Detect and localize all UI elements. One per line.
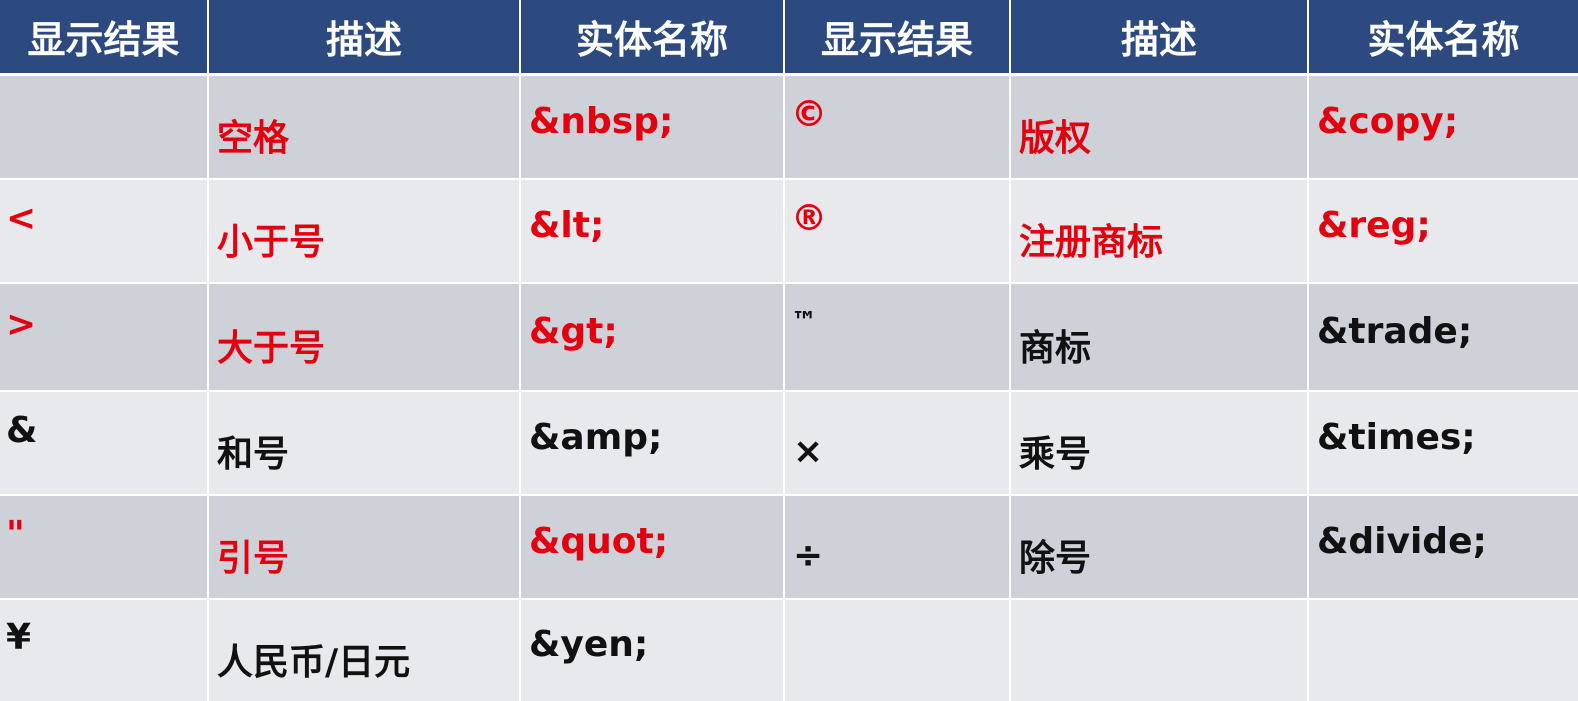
entity-name-cell: &lt; <box>520 179 785 284</box>
entity-name-cell: &gt; <box>520 283 785 392</box>
entity-name-cell: &times; <box>1308 391 1578 496</box>
display-result-cell: & <box>0 391 209 496</box>
entity-name-cell: &copy; <box>1308 74 1578 180</box>
header-display-result: 显示结果 <box>0 0 209 76</box>
description-cell: 商标 <box>1010 283 1309 392</box>
header-display-result: 显示结果 <box>784 0 1011 76</box>
description-cell: 引号 <box>208 495 521 600</box>
entity-name-cell: &amp; <box>520 391 785 496</box>
header-description: 描述 <box>208 0 521 76</box>
description-cell: 人民币/日元 <box>208 599 521 701</box>
description-cell: 注册商标 <box>1010 179 1309 284</box>
header-entity-name: 实体名称 <box>520 0 785 76</box>
table-row: " 引号 &quot; ÷ 除号 &divide; <box>0 495 1578 600</box>
display-result-cell: < <box>0 179 209 284</box>
display-result-cell: > <box>0 283 209 392</box>
entity-name-cell: &divide; <box>1308 495 1578 600</box>
header-row: 显示结果 描述 实体名称 显示结果 描述 实体名称 <box>0 0 1578 76</box>
entity-name-cell: &yen; <box>520 599 785 701</box>
display-result-cell: ¥ <box>0 599 209 701</box>
header-entity-name: 实体名称 <box>1308 0 1578 76</box>
description-cell: 空格 <box>208 74 521 180</box>
description-cell: 小于号 <box>208 179 521 284</box>
description-cell: 除号 <box>1010 495 1309 600</box>
table-row: & 和号 &amp; × 乘号 &times; <box>0 391 1578 496</box>
display-result-cell: © <box>784 74 1011 180</box>
entity-name-cell: &quot; <box>520 495 785 600</box>
display-result-cell: ÷ <box>784 495 1011 600</box>
description-cell <box>1010 599 1309 701</box>
description-cell: 大于号 <box>208 283 521 392</box>
display-result-cell <box>784 599 1011 701</box>
display-result-cell: " <box>0 495 209 600</box>
display-result-cell: ™ <box>784 283 1011 392</box>
entity-name-cell: &trade; <box>1308 283 1578 392</box>
entity-name-cell: &nbsp; <box>520 74 785 180</box>
html-entity-table: 显示结果 描述 实体名称 显示结果 描述 实体名称 空格 &nbsp; © 版权… <box>0 0 1578 701</box>
header-description: 描述 <box>1010 0 1309 76</box>
table-row: ¥ 人民币/日元 &yen; <box>0 599 1578 701</box>
display-result-cell: ® <box>784 179 1011 284</box>
table-row: 空格 &nbsp; © 版权 &copy; <box>0 74 1578 180</box>
description-cell: 和号 <box>208 391 521 496</box>
description-cell: 乘号 <box>1010 391 1309 496</box>
display-result-cell <box>0 74 209 180</box>
entity-name-cell <box>1308 599 1578 701</box>
table-row: > 大于号 &gt; ™ 商标 &trade; <box>0 283 1578 392</box>
description-cell: 版权 <box>1010 74 1309 180</box>
entity-name-cell: &reg; <box>1308 179 1578 284</box>
display-result-cell: × <box>784 391 1011 496</box>
table-row: < 小于号 &lt; ® 注册商标 &reg; <box>0 179 1578 284</box>
